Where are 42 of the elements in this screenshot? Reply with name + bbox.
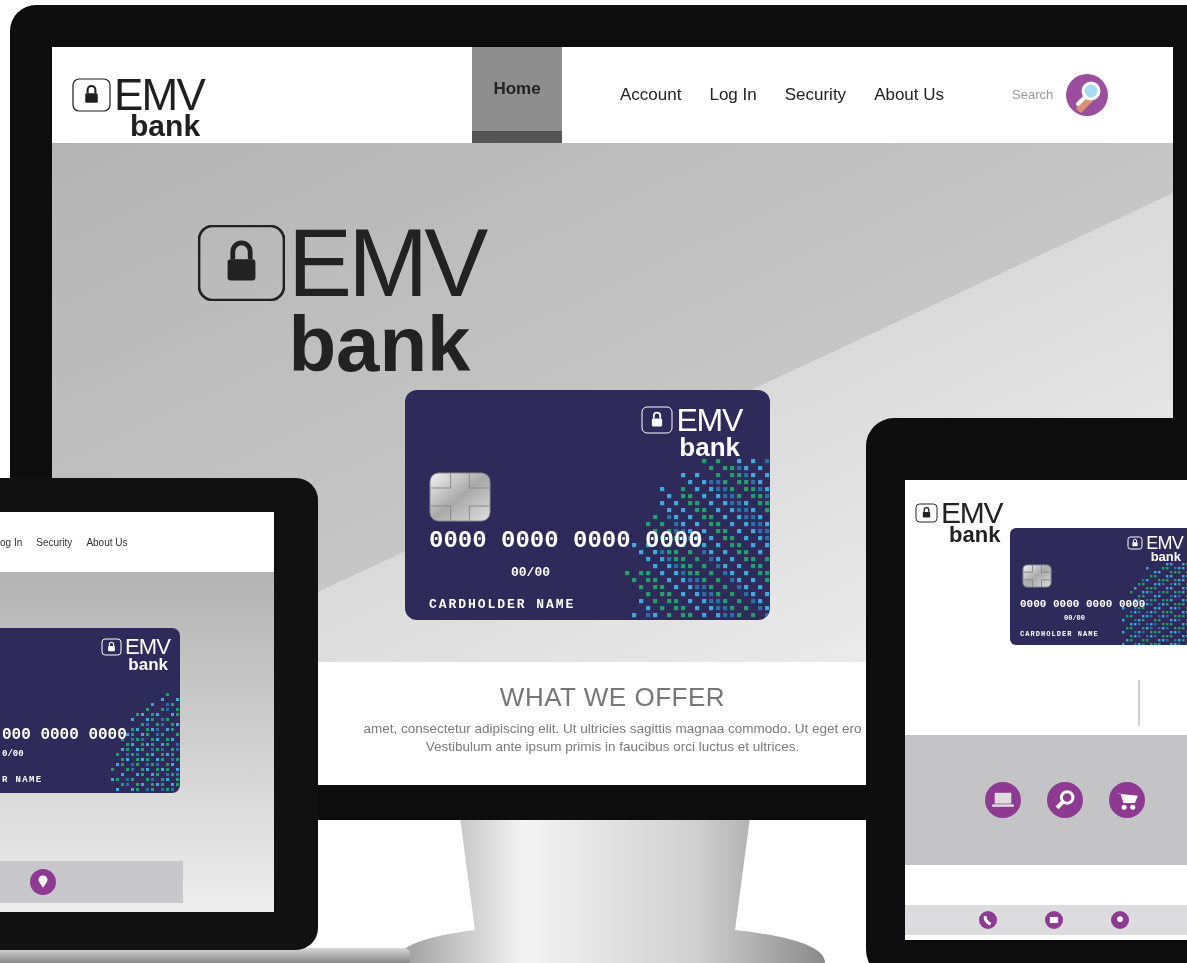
nav-link[interactable]: About Us [874,47,945,143]
brand-name: EMV [1146,534,1183,552]
body-text: Vestibulum ante ipsum primis in faucibus orci luctus et ultrices. [425,738,800,756]
card-number: 0000 0000 0000 0000 [429,529,703,553]
lock-icon [100,638,122,656]
cardholder-name: R NAME [2,776,43,785]
vertical-rule [1138,680,1140,726]
chip-icon [1022,564,1052,588]
lock-icon [198,225,285,301]
cardholder-name: CARDHOLDER NAME [429,598,576,611]
chip-icon [429,472,491,522]
card-number: 000 0000 0000 [2,727,127,743]
phone-icon [979,911,997,929]
card-expiry: 00/00 [511,566,550,579]
brand-subtitle: bank [1150,550,1181,563]
search-icon [1066,74,1109,116]
lock-icon [915,503,938,523]
search-field[interactable]: Search [1012,85,1059,105]
brand-subtitle: bank [679,434,740,460]
lock-icon [1127,536,1144,550]
brand-subtitle: bank [949,524,1001,546]
brand-subtitle: bank [128,656,168,673]
lock-icon [641,406,674,434]
search-icon [1047,782,1083,818]
nav-link[interactable]: og In [0,534,23,550]
card-expiry: 0/00 [2,750,24,759]
lock-icon [72,78,111,112]
nav-link[interactable]: Home [472,47,562,143]
nav-link[interactable]: About Us [86,534,128,550]
laptop-icon [985,782,1021,818]
brand-name: EMV [124,636,170,658]
card-number: 0000 0000 0000 0000 [1020,599,1146,610]
nav-link[interactable]: Log In [709,47,757,143]
section-heading: WHAT WE OFFER [499,684,726,710]
nav-link[interactable]: Account [620,47,682,143]
envelope-icon [1045,911,1063,929]
body-text: amet, consectetur adipiscing elit. Ut ultricies sagittis magnaa commodo. Ut eget ero [363,720,862,738]
brand-name: EMV [676,404,742,436]
cart-icon [1109,782,1145,818]
nav-link[interactable]: Security [784,47,847,143]
brand-subtitle: bank [130,111,201,141]
nav-link[interactable]: Security [36,534,73,550]
